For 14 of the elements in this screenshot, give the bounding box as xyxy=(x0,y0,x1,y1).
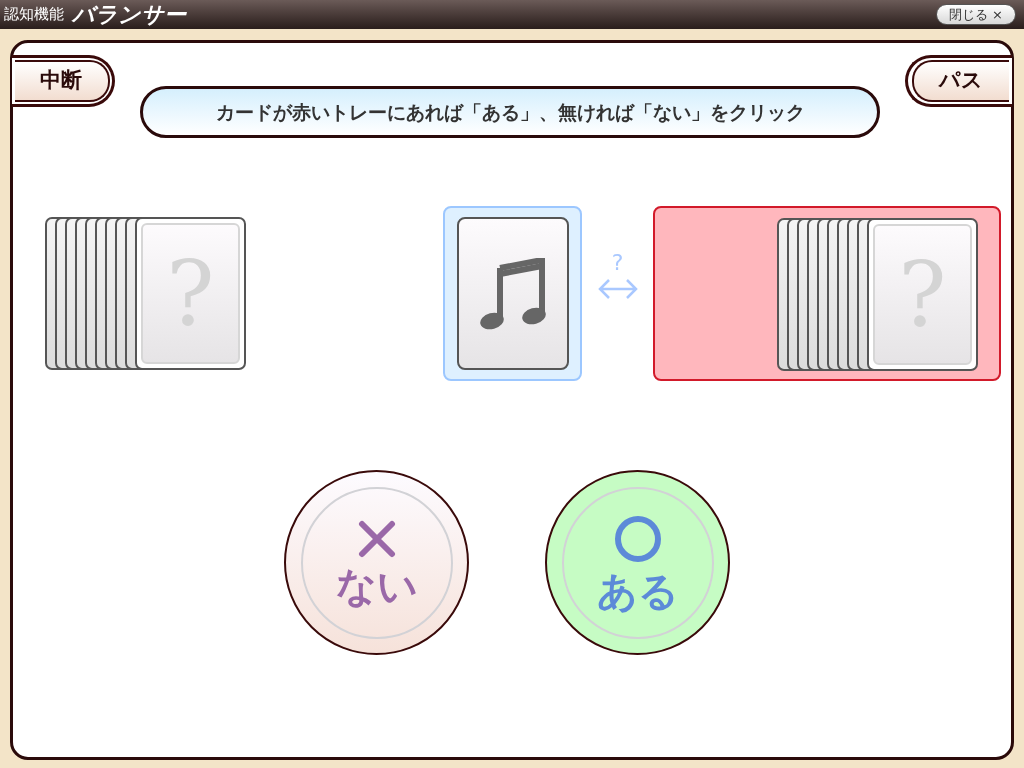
cross-icon xyxy=(357,519,396,558)
circle-icon xyxy=(613,514,662,563)
app-logo: バランサー xyxy=(72,3,186,26)
close-button[interactable]: 閉じる × xyxy=(935,4,1016,25)
question-mark: ? xyxy=(166,248,215,339)
question-mark: ? xyxy=(898,249,947,340)
double-arrow-icon xyxy=(597,278,638,300)
pass-button[interactable]: パス xyxy=(905,55,1012,107)
instruction-banner: カードが赤いトレーにあれば「ある」、無ければ「ない」をクリック xyxy=(140,86,880,138)
question-mark: ? xyxy=(611,252,624,274)
app-name: 認知機能 xyxy=(4,4,64,26)
no-button[interactable]: ない xyxy=(284,470,469,655)
pause-button[interactable]: 中断 xyxy=(12,55,115,107)
music-note-icon xyxy=(479,257,546,330)
